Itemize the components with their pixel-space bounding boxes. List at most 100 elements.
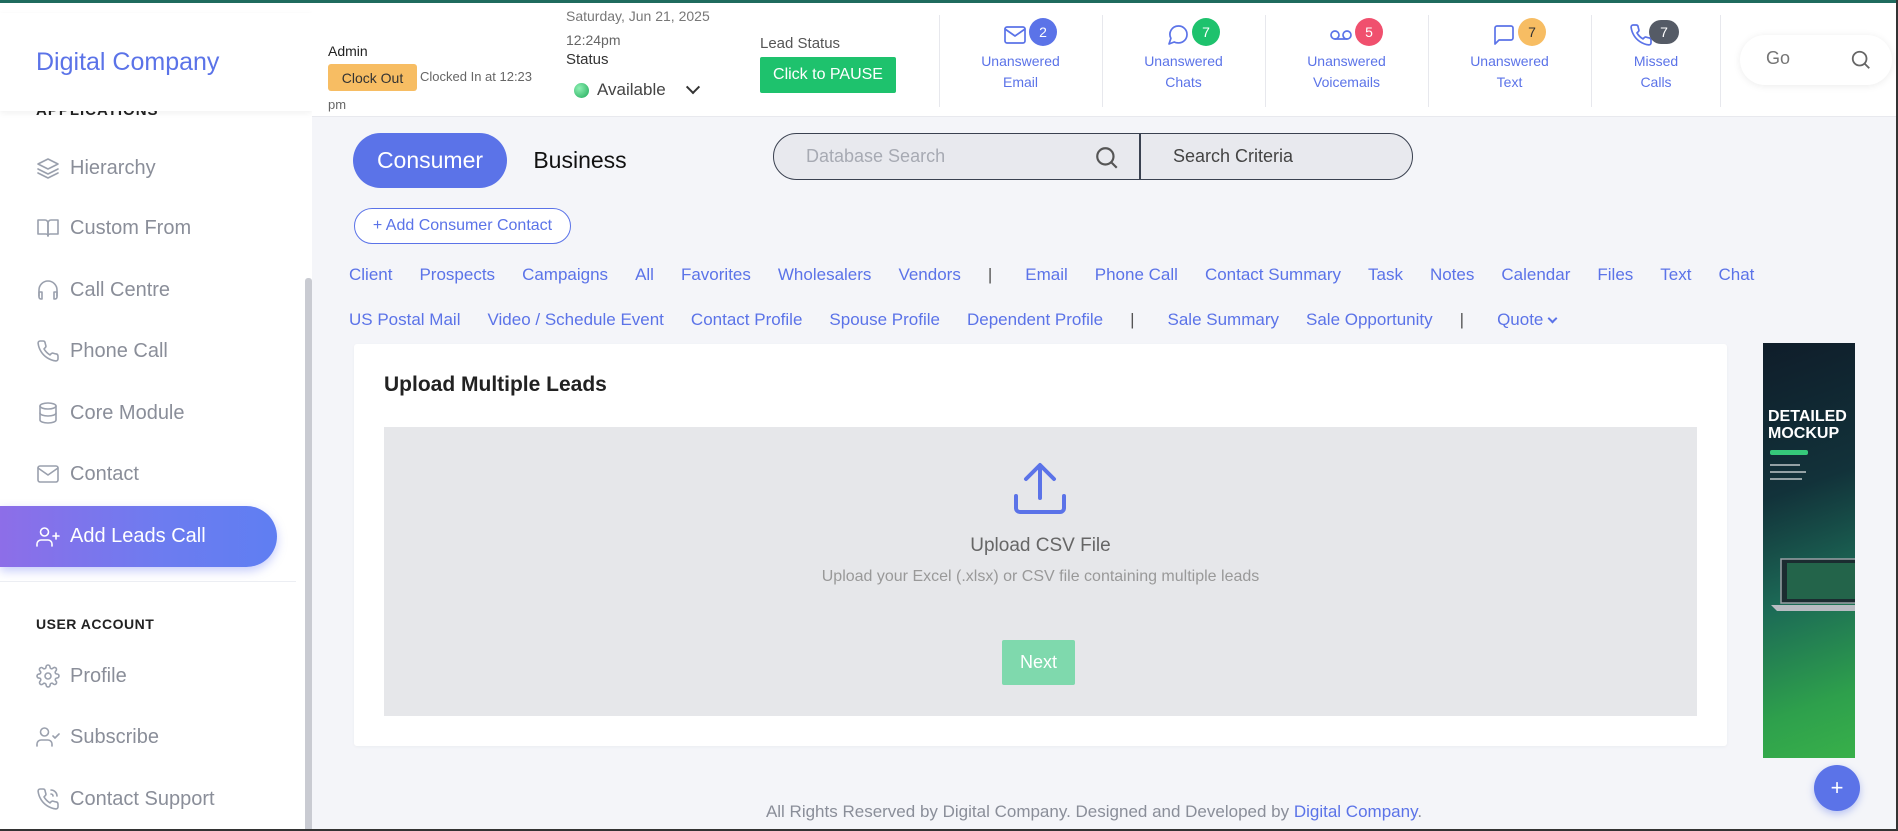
phone-icon bbox=[36, 339, 60, 363]
nav-link-client[interactable]: Client bbox=[349, 265, 392, 285]
sidebar-item-label: Contact bbox=[70, 462, 139, 485]
count-badge: 5 bbox=[1355, 18, 1383, 46]
search-criteria-button[interactable]: Search Criteria bbox=[1140, 133, 1413, 180]
add-consumer-contact-button[interactable]: + Add Consumer Contact bbox=[354, 208, 571, 244]
nav-link-contact-profile[interactable]: Contact Profile bbox=[691, 310, 803, 330]
sidebar-item-custom-from[interactable]: Custom From bbox=[0, 198, 280, 258]
file-dropzone[interactable]: Upload CSV File Upload your Excel (.xlsx… bbox=[384, 427, 1697, 716]
tab-business[interactable]: Business bbox=[520, 133, 640, 188]
current-date: Saturday, Jun 21, 2025 bbox=[566, 8, 710, 24]
sidebar-scrollbar[interactable] bbox=[305, 278, 312, 831]
sidebar-item-hierarchy[interactable]: Hierarchy bbox=[0, 138, 280, 198]
sidebar-item-contact-support[interactable]: Contact Support bbox=[0, 769, 280, 829]
header-search-input[interactable] bbox=[1766, 48, 1846, 69]
nav-link-sale-opportunity[interactable]: Sale Opportunity bbox=[1306, 310, 1433, 330]
search-icon[interactable] bbox=[1094, 145, 1120, 176]
sidebar-item-label: Add Leads Call bbox=[70, 525, 206, 547]
nav-link-wholesalers[interactable]: Wholesalers bbox=[778, 265, 872, 285]
pause-button[interactable]: Click to PAUSE bbox=[760, 57, 896, 93]
user-role: Admin bbox=[328, 43, 368, 59]
user-plus-icon bbox=[36, 525, 60, 549]
sidebar-item-phone-call[interactable]: Phone Call bbox=[0, 321, 280, 381]
module-nav-row-1: Client Prospects Campaigns All Favorites Whol… bbox=[349, 265, 1781, 285]
sidebar-item-label: Profile bbox=[70, 664, 127, 687]
clock-out-button[interactable]: Clock Out bbox=[328, 64, 417, 91]
nav-link-quote[interactable]: Quote bbox=[1497, 310, 1583, 330]
nav-link-contact-summary[interactable]: Contact Summary bbox=[1205, 265, 1341, 285]
laptop-image bbox=[1771, 558, 1855, 611]
brand-logo[interactable]: Digital Company bbox=[0, 13, 312, 111]
top-header: Admin Clock Out Clocked In at 12:23 pm S… bbox=[312, 3, 1898, 117]
sidebar-item-profile[interactable]: Profile bbox=[0, 646, 280, 706]
notif-label: Calls bbox=[1640, 74, 1672, 90]
next-button[interactable]: Next bbox=[1002, 640, 1075, 685]
chevron-down-icon bbox=[1547, 313, 1558, 324]
notif-label: Unanswered bbox=[1470, 53, 1549, 69]
database-search[interactable] bbox=[773, 133, 1140, 180]
sidebar: Digital Company APPLICATIONS Hierarchy C… bbox=[0, 3, 312, 831]
layers-icon bbox=[36, 156, 60, 180]
nav-link-spouse-profile[interactable]: Spouse Profile bbox=[829, 310, 940, 330]
nav-link-vendors[interactable]: Vendors bbox=[898, 265, 960, 285]
module-nav-row-2: US Postal Mail Video / Schedule Event Cont… bbox=[349, 310, 1610, 330]
ad-banner[interactable]: DETAILED MOCKUP bbox=[1763, 343, 1855, 758]
ad-tag-bar bbox=[1770, 450, 1808, 455]
status-dot-icon bbox=[574, 82, 589, 98]
notif-missed-calls[interactable]: 7 Missed Calls bbox=[1591, 15, 1721, 107]
ad-text-line bbox=[1770, 478, 1802, 480]
sidebar-item-label: Core Module bbox=[70, 401, 185, 424]
nav-link-all[interactable]: All bbox=[635, 265, 654, 285]
nav-link-chat[interactable]: Chat bbox=[1718, 265, 1754, 285]
status-dropdown[interactable]: Available bbox=[574, 80, 700, 100]
notif-unanswered-text[interactable]: 7 Unanswered Text bbox=[1428, 15, 1591, 107]
nav-link-dependent-profile[interactable]: Dependent Profile bbox=[967, 310, 1103, 330]
dropzone-title: Upload CSV File bbox=[970, 535, 1111, 556]
upload-icon bbox=[1010, 460, 1070, 516]
notif-label: Unanswered bbox=[1307, 53, 1386, 69]
floating-add-button[interactable]: + bbox=[1814, 765, 1860, 811]
footer-link[interactable]: Digital Company bbox=[1294, 802, 1417, 821]
book-icon bbox=[36, 216, 60, 240]
divider bbox=[1720, 15, 1721, 107]
nav-link-prospects[interactable]: Prospects bbox=[419, 265, 495, 285]
nav-link-campaigns[interactable]: Campaigns bbox=[522, 265, 608, 285]
nav-link-calendar[interactable]: Calendar bbox=[1501, 265, 1570, 285]
nav-link-phone-call[interactable]: Phone Call bbox=[1095, 265, 1178, 285]
sidebar-item-core-module[interactable]: Core Module bbox=[0, 383, 280, 443]
sidebar-item-subscribe[interactable]: Subscribe bbox=[0, 707, 280, 767]
nav-link-email[interactable]: Email bbox=[1025, 265, 1068, 285]
sidebar-item-add-leads-call[interactable]: Add Leads Call bbox=[0, 506, 277, 567]
lead-status-label: Lead Status bbox=[760, 35, 841, 52]
nav-link-task[interactable]: Task bbox=[1368, 265, 1403, 285]
nav-link-sale-summary[interactable]: Sale Summary bbox=[1168, 310, 1279, 330]
sidebar-item-label: Hierarchy bbox=[70, 156, 156, 179]
sidebar-item-call-centre[interactable]: Call Centre bbox=[0, 260, 280, 320]
notif-label: Unanswered bbox=[1144, 53, 1223, 69]
headphones-icon bbox=[36, 278, 60, 302]
nav-link-notes[interactable]: Notes bbox=[1430, 265, 1474, 285]
nav-link-us-postal-mail[interactable]: US Postal Mail bbox=[349, 310, 460, 330]
ad-headline: DETAILED MOCKUP bbox=[1768, 408, 1847, 442]
notif-unanswered-email[interactable]: 2 Unanswered Email bbox=[939, 15, 1102, 107]
dropzone-subtitle: Upload your Excel (.xlsx) or CSV file co… bbox=[821, 568, 1260, 585]
database-search-input[interactable] bbox=[806, 146, 1066, 167]
tab-consumer[interactable]: Consumer bbox=[353, 133, 507, 188]
database-icon bbox=[36, 401, 60, 425]
phone-support-icon bbox=[36, 787, 60, 811]
nav-link-text[interactable]: Text bbox=[1660, 265, 1691, 285]
nav-link-files[interactable]: Files bbox=[1597, 265, 1633, 285]
footer-end: . bbox=[1417, 802, 1423, 821]
notif-label: Voicemails bbox=[1313, 74, 1380, 90]
sidebar-item-contact[interactable]: Contact bbox=[0, 444, 280, 504]
notif-unanswered-chats[interactable]: 7 Unanswered Chats bbox=[1102, 15, 1265, 107]
mail-icon bbox=[1003, 23, 1027, 47]
search-icon[interactable] bbox=[1850, 49, 1872, 76]
header-search[interactable] bbox=[1740, 35, 1892, 85]
nav-link-favorites[interactable]: Favorites bbox=[681, 265, 751, 285]
nav-separator: | bbox=[1459, 310, 1465, 329]
nav-link-video-schedule-event[interactable]: Video / Schedule Event bbox=[487, 310, 663, 330]
notif-unanswered-voicemails[interactable]: 5 Unanswered Voicemails bbox=[1265, 15, 1428, 107]
chevron-down-icon bbox=[685, 80, 700, 95]
status-label: Status bbox=[566, 51, 609, 68]
sidebar-item-label: Subscribe bbox=[70, 725, 159, 748]
